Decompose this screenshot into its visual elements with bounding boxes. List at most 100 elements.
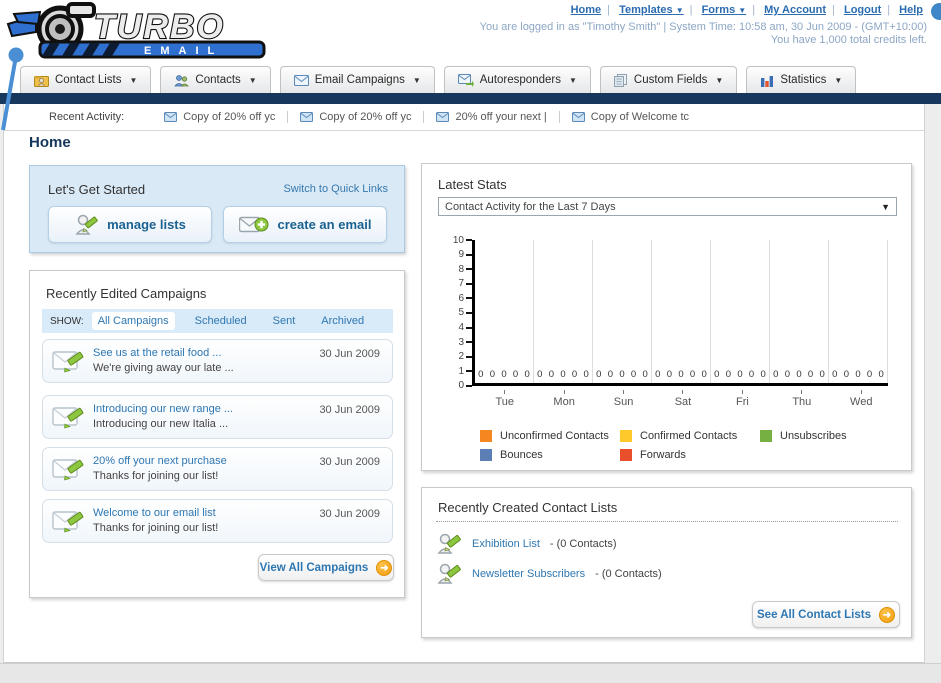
chevron-down-icon: ▼ bbox=[834, 75, 843, 85]
tab-contacts[interactable]: Contacts ▼ bbox=[160, 66, 271, 93]
chart-day-group: 00000 bbox=[711, 240, 770, 383]
data-value-label: 0 bbox=[666, 369, 673, 380]
contact-lists-title: Recently Created Contact Lists bbox=[438, 500, 618, 515]
envelope-plus-icon bbox=[238, 216, 269, 232]
see-all-contact-lists-button[interactable]: See All Contact Lists ➜ bbox=[752, 601, 900, 628]
recent-activity-item[interactable]: 20% off your next | bbox=[424, 111, 560, 123]
top-link-forms[interactable]: Forms ▼ bbox=[702, 4, 747, 16]
x-tick-label: Tue bbox=[475, 390, 534, 408]
data-value-label: 0 bbox=[807, 369, 814, 380]
x-tick-label: Thu bbox=[772, 390, 831, 408]
campaign-date: 30 Jun 2009 bbox=[319, 348, 380, 360]
chart-day-group: 00000 bbox=[829, 240, 888, 383]
switch-to-quick-links[interactable]: Switch to Quick Links bbox=[283, 183, 388, 195]
recent-activity-item[interactable]: Copy of Welcome tc bbox=[560, 111, 701, 123]
recently-created-contact-lists-panel: Recently Created Contact Lists Exhibitio… bbox=[421, 487, 912, 638]
tab-statistics[interactable]: Statistics ▼ bbox=[746, 66, 857, 93]
recent-activity-item[interactable]: Copy of 20% off yc bbox=[288, 111, 425, 123]
legend-label: Confirmed Contacts bbox=[640, 429, 738, 442]
content-background: Recent Activity: Copy of 20% off yc Copy… bbox=[0, 104, 941, 663]
tab-autoresponders[interactable]: Autoresponders ▼ bbox=[443, 66, 591, 93]
chevron-down-icon: ▼ bbox=[568, 75, 577, 85]
top-link-templates[interactable]: Templates ▼ bbox=[619, 4, 684, 16]
tab-email-campaigns[interactable]: Email Campaigns ▼ bbox=[279, 66, 435, 93]
header: TURBO EMAIL Home | Templates ▼ | Forms ▼ | … bbox=[0, 0, 941, 62]
data-value-label: 0 bbox=[878, 369, 884, 380]
data-value-label: 0 bbox=[832, 369, 838, 380]
contact-list-item[interactable]: Exhibition List - (0 Contacts) bbox=[436, 530, 617, 558]
tab-label: Contact Lists bbox=[55, 74, 122, 86]
data-value-label: 0 bbox=[714, 369, 720, 380]
top-link-my-account[interactable]: My Account bbox=[764, 4, 826, 16]
folder-user-icon bbox=[34, 75, 49, 87]
manage-lists-button[interactable]: manage lists bbox=[48, 206, 212, 243]
documents-icon bbox=[613, 73, 627, 87]
filter-sent[interactable]: Sent bbox=[267, 312, 302, 330]
envelope-pencil-icon bbox=[52, 511, 84, 533]
tab-contact-lists[interactable]: Contact Lists ▼ bbox=[20, 66, 152, 93]
chart-x-axis: Tue Mon Sun Sat Fri Thu Wed bbox=[475, 390, 891, 408]
stats-period-dropdown[interactable]: Contact Activity for the Last 7 Days ▼ bbox=[438, 197, 897, 216]
separator: | bbox=[689, 4, 693, 16]
contact-list-item[interactable]: Newsletter Subscribers - (0 Contacts) bbox=[436, 560, 662, 588]
campaign-title-link[interactable]: See us at the retail food ... bbox=[93, 347, 221, 359]
tab-custom-fields[interactable]: Custom Fields ▼ bbox=[599, 66, 738, 93]
data-value-label: 0 bbox=[701, 369, 707, 380]
top-link-help[interactable]: Help bbox=[899, 4, 923, 16]
legend-item: Bounces bbox=[480, 445, 620, 464]
see-all-contact-lists-label: See All Contact Lists bbox=[757, 608, 871, 621]
data-value-label: 0 bbox=[478, 369, 484, 380]
svg-text:EMAIL: EMAIL bbox=[144, 45, 223, 57]
envelope-pencil-icon bbox=[52, 407, 84, 429]
person-pencil-icon bbox=[437, 563, 461, 584]
recently-edited-campaigns-panel: Recently Edited Campaigns SHOW: All Camp… bbox=[29, 270, 405, 598]
campaign-title-link[interactable]: 20% off your next purchase bbox=[93, 455, 227, 467]
filter-scheduled[interactable]: Scheduled bbox=[189, 312, 253, 330]
campaign-title-link[interactable]: Introducing our new range ... bbox=[93, 403, 233, 415]
chart-legend: Unconfirmed Contacts Confirmed Contacts Un… bbox=[480, 426, 900, 464]
campaign-list-item[interactable]: 20% off your next purchase Thanks for jo… bbox=[42, 447, 393, 491]
data-value-label: 0 bbox=[524, 369, 530, 380]
campaign-list-item[interactable]: See us at the retail food ... We're givi… bbox=[42, 339, 393, 383]
create-email-button[interactable]: create an email bbox=[223, 206, 387, 243]
envelope-pencil-icon bbox=[52, 351, 84, 373]
filter-archived[interactable]: Archived bbox=[315, 312, 370, 330]
tab-label: Custom Fields bbox=[633, 74, 708, 86]
get-started-panel: Let's Get Started Switch to Quick Links … bbox=[29, 165, 405, 253]
tab-label: Contacts bbox=[195, 74, 241, 86]
top-link-logout[interactable]: Logout bbox=[844, 4, 881, 16]
tab-label: Statistics bbox=[780, 74, 827, 86]
contact-list-name-link[interactable]: Exhibition List bbox=[472, 538, 540, 550]
latest-stats-title: Latest Stats bbox=[438, 177, 507, 192]
top-link-home[interactable]: Home bbox=[571, 4, 602, 16]
data-value-label: 0 bbox=[796, 369, 802, 380]
campaign-list-item[interactable]: Introducing our new range ... Introducin… bbox=[42, 395, 393, 439]
stats-dropdown-value: Contact Activity for the Last 7 Days bbox=[445, 200, 616, 213]
bar-chart-icon bbox=[761, 75, 774, 87]
view-all-campaigns-button[interactable]: View All Campaigns ➜ bbox=[258, 554, 394, 581]
contact-list-name-link[interactable]: Newsletter Subscribers bbox=[472, 568, 585, 580]
data-value-label: 0 bbox=[843, 369, 850, 380]
latest-stats-panel: Latest Stats Contact Activity for the La… bbox=[421, 163, 912, 471]
data-value-label: 0 bbox=[607, 369, 614, 380]
data-value-label: 0 bbox=[773, 369, 779, 380]
recent-activity-item[interactable]: Copy of 20% off yc bbox=[152, 111, 289, 123]
arrow-circle-icon: ➜ bbox=[878, 606, 895, 623]
filter-all-campaigns[interactable]: All Campaigns bbox=[91, 312, 175, 330]
help-bubble-icon[interactable] bbox=[931, 3, 941, 20]
manage-lists-label: manage lists bbox=[107, 217, 186, 232]
legend-label: Bounces bbox=[500, 448, 543, 461]
campaign-date: 30 Jun 2009 bbox=[319, 508, 380, 520]
person-pencil-icon bbox=[75, 214, 98, 235]
data-value-label: 0 bbox=[501, 369, 507, 380]
campaign-list-item[interactable]: Welcome to our email list Thanks for joi… bbox=[42, 499, 393, 543]
campaign-filter-bar: SHOW: All Campaigns Scheduled Sent Archi… bbox=[42, 309, 393, 333]
legend-item: Unsubscribes bbox=[760, 426, 900, 445]
data-value-label: 0 bbox=[760, 369, 766, 380]
x-tick-label: Sat bbox=[653, 390, 712, 408]
data-value-label: 0 bbox=[748, 369, 755, 380]
data-value-label: 0 bbox=[512, 369, 519, 380]
separator: | bbox=[607, 4, 611, 16]
campaign-title-link[interactable]: Welcome to our email list bbox=[93, 507, 216, 519]
chart-y-axis: 10 9 8 7 6 5 4 3 2 1 0 bbox=[440, 235, 472, 391]
